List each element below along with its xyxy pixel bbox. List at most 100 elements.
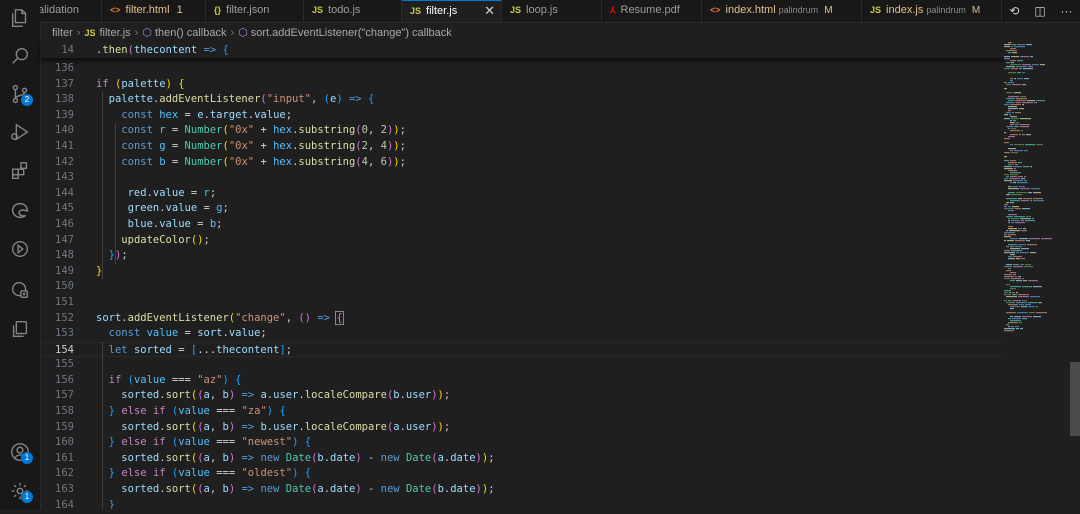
minimap-line	[1004, 274, 1012, 276]
code-editor[interactable]: 136 137 if (palette) {138 palette.addEvent…	[40, 61, 1004, 509]
sticky-scroll[interactable]: 14 .then(thecontent => {	[40, 42, 1004, 58]
minimap-line	[1016, 302, 1027, 304]
code-line[interactable]: 161 sorted.sort((a, b) => new Date(b.dat…	[40, 451, 1004, 467]
tab-todo-js[interactable]: JS todo.js	[304, 0, 402, 22]
run-debug-icon[interactable]	[0, 114, 40, 150]
remote-explorer-icon[interactable]	[0, 272, 40, 308]
minimap-line	[1004, 152, 1010, 154]
minimap-line	[1008, 228, 1017, 230]
settings-gear-icon[interactable]: 1	[0, 473, 40, 509]
minimap-line	[1008, 192, 1015, 194]
tab-resume-pdf[interactable]: ⅄ Resume.pdf	[602, 0, 702, 22]
copy-icon[interactable]	[0, 311, 40, 347]
line-number: 140	[55, 124, 74, 137]
code-line[interactable]: 153 const value = sort.value;	[40, 326, 1004, 342]
minimap-line	[1017, 312, 1028, 314]
code-line[interactable]: 163 sorted.sort((a, b) => new Date(a.dat…	[40, 482, 1004, 498]
minimap-line	[1010, 160, 1016, 162]
code-line[interactable]: 155	[40, 357, 1004, 373]
code-line[interactable]: 152 sort.addEventListener("change", () =>…	[40, 310, 1004, 327]
code-line[interactable]: 159 sorted.sort((a, b) => b.user.localeC…	[40, 420, 1004, 436]
code-line[interactable]: 154 let sorted = [...thecontent];	[40, 341, 1004, 358]
code-line[interactable]: 141 const g = Number("0x" + hex.substrin…	[40, 139, 1004, 155]
tab-filter-js[interactable]: JS filter.js ✕	[402, 0, 502, 22]
code-line[interactable]: 162 } else if (value === "oldest") {	[40, 466, 1004, 482]
code-line[interactable]: 148 });	[40, 248, 1004, 264]
source-control-icon[interactable]: 2	[0, 76, 40, 112]
minimap-line	[1010, 182, 1012, 184]
split-editor-icon[interactable]: ◫	[1034, 4, 1045, 18]
close-icon[interactable]: ✕	[484, 1, 495, 21]
minimap-line	[1019, 238, 1028, 240]
extensions-icon[interactable]	[0, 153, 40, 189]
code-line[interactable]: 144 red.value = r;	[40, 186, 1004, 202]
code-line[interactable]: 143	[40, 170, 1004, 186]
tab-validation[interactable]: alidation	[40, 0, 102, 22]
vertical-scrollbar[interactable]	[1068, 42, 1080, 509]
minimap-line	[1004, 178, 1008, 180]
minimap-line	[1021, 200, 1029, 202]
minimap-line	[1020, 264, 1024, 266]
minimap-line	[1004, 56, 1010, 58]
tab-loop-js[interactable]: JS loop.js	[502, 0, 602, 22]
minimap-line	[1008, 148, 1016, 150]
code-line[interactable]: 136	[40, 61, 1004, 77]
breadcrumb-scope[interactable]: sort.addEventListener("change") callback	[251, 27, 452, 39]
minimap-line	[1006, 230, 1008, 232]
code-line[interactable]: 137 if (palette) {	[40, 77, 1004, 93]
code-line[interactable]: 147 updateColor();	[40, 233, 1004, 249]
minimap-line	[1016, 258, 1020, 260]
minimap-line	[1010, 316, 1013, 318]
tab-index-html[interactable]: <> index.html palindrum M	[702, 0, 862, 22]
minimap-line	[1010, 124, 1014, 126]
edge-icon[interactable]	[0, 192, 40, 228]
code-line[interactable]: 142 const b = Number("0x" + hex.substrin…	[40, 155, 1004, 171]
minimap-line	[1025, 264, 1031, 266]
line-text: let sorted = [...thecontent];	[108, 343, 293, 356]
minimap-line	[1021, 230, 1027, 232]
line-number: 152	[55, 311, 74, 324]
accounts-badge: 1	[21, 452, 33, 464]
search-icon[interactable]	[0, 38, 40, 74]
tab-filter-json[interactable]: {} filter.json	[206, 0, 304, 22]
github-actions-icon[interactable]	[0, 231, 40, 267]
minimap-line	[1010, 246, 1014, 248]
code-line[interactable]: 145 green.value = g;	[40, 201, 1004, 217]
minimap-line	[1010, 202, 1014, 204]
line-number: 155	[55, 358, 74, 371]
minimap[interactable]	[1004, 42, 1066, 509]
explorer-icon[interactable]	[0, 0, 40, 36]
tab-description: palindrum	[778, 5, 819, 15]
code-line[interactable]: 151	[40, 295, 1004, 311]
code-line[interactable]: 164 }	[40, 498, 1004, 509]
code-line[interactable]: 157 sorted.sort((a, b) => a.user.localeC…	[40, 388, 1004, 404]
history-icon[interactable]: ⟲	[1009, 4, 1019, 18]
minimap-line	[1012, 112, 1014, 114]
code-line[interactable]: 146 blue.value = b;	[40, 217, 1004, 233]
minimap-line	[1013, 274, 1016, 276]
more-actions-icon[interactable]: ···	[1061, 4, 1073, 18]
accounts-icon[interactable]: 1	[0, 434, 40, 470]
code-line[interactable]: 150	[40, 279, 1004, 295]
tab-label: alidation	[40, 4, 79, 16]
code-line[interactable]: 138 palette.addEventListener("input", (e…	[40, 92, 1004, 108]
code-line[interactable]: 149}	[40, 264, 1004, 280]
chevron-right-icon: ›	[134, 27, 139, 39]
scrollbar-thumb[interactable]	[1070, 362, 1080, 436]
minimap-line	[1020, 118, 1031, 120]
minimap-line	[1011, 222, 1014, 224]
tab-filter-html[interactable]: <> filter.html 1	[102, 0, 206, 22]
code-line[interactable]: 158 } else if (value === "za") {	[40, 404, 1004, 420]
code-line[interactable]: 160 } else if (value === "newest") {	[40, 435, 1004, 451]
code-line[interactable]: 140 const r = Number("0x" + hex.substrin…	[40, 123, 1004, 139]
line-number: 145	[55, 202, 74, 215]
breadcrumb-folder[interactable]: filter	[52, 27, 73, 39]
code-line[interactable]: 156 if (value === "az") {	[40, 373, 1004, 389]
minimap-line	[1006, 102, 1015, 104]
minimap-line	[1016, 102, 1021, 104]
breadcrumb-scope[interactable]: then() callback	[155, 27, 227, 39]
minimap-line	[1008, 164, 1014, 166]
tab-index-js[interactable]: JS index.js palindrum M	[862, 0, 1002, 22]
breadcrumb-file[interactable]: filter.js	[99, 27, 130, 39]
code-line[interactable]: 139 const hex = e.target.value;	[40, 108, 1004, 124]
